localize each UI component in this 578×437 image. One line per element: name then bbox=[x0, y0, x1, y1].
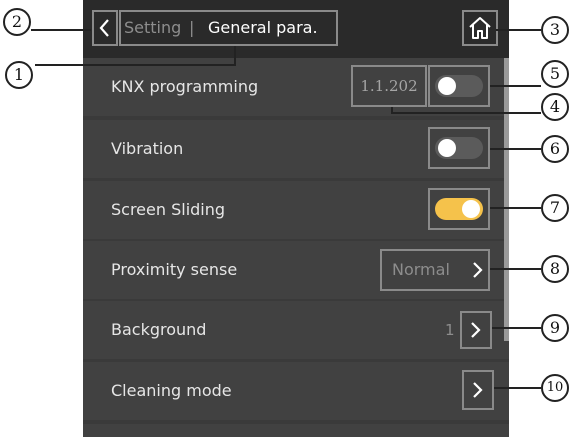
scrollbar[interactable] bbox=[504, 58, 509, 341]
toggle-knob bbox=[438, 139, 456, 157]
chevron-left-icon bbox=[99, 19, 109, 37]
proximity-sense-value: Normal bbox=[392, 260, 450, 279]
breadcrumb: Setting | General para. bbox=[119, 10, 338, 46]
proximity-sense-selector[interactable]: Normal bbox=[380, 249, 490, 291]
callout-leader bbox=[492, 327, 541, 329]
callout-leader bbox=[31, 29, 91, 31]
row-screen-sliding: Screen Sliding bbox=[83, 181, 509, 239]
row-label: Cleaning mode bbox=[111, 381, 232, 400]
toggle-knob bbox=[462, 200, 480, 218]
chevron-right-icon bbox=[473, 382, 483, 398]
row-label: Screen Sliding bbox=[111, 200, 226, 219]
vibration-toggle[interactable] bbox=[435, 137, 483, 159]
row-proximity-sense: Proximity sense Normal bbox=[83, 241, 509, 299]
callout-leader bbox=[391, 107, 393, 114]
chevron-right-icon bbox=[473, 262, 483, 278]
callout-leader bbox=[496, 29, 541, 31]
callout-10: 10 bbox=[541, 374, 569, 402]
callout-leader bbox=[490, 268, 541, 270]
cleaning-mode-button[interactable] bbox=[462, 370, 494, 410]
callout-leader bbox=[490, 148, 541, 150]
row-label: Proximity sense bbox=[111, 260, 238, 279]
vibration-toggle-frame bbox=[428, 127, 490, 169]
callout-5: 5 bbox=[541, 60, 569, 88]
callout-2: 2 bbox=[3, 8, 31, 36]
toggle-knob bbox=[438, 77, 456, 95]
breadcrumb-parent[interactable]: Setting bbox=[124, 12, 181, 44]
callout-leader bbox=[490, 207, 541, 209]
callout-3: 3 bbox=[541, 16, 569, 44]
page-title: General para. bbox=[208, 18, 318, 37]
knx-toggle-frame bbox=[428, 65, 490, 107]
row-label: KNX programming bbox=[111, 77, 259, 96]
screen-sliding-toggle[interactable] bbox=[435, 198, 483, 220]
callout-4: 4 bbox=[541, 93, 569, 121]
callout-8: 8 bbox=[541, 255, 569, 283]
chevron-right-icon bbox=[471, 322, 481, 338]
callout-leader bbox=[234, 46, 236, 64]
home-button[interactable] bbox=[462, 10, 498, 46]
callout-1: 1 bbox=[5, 61, 33, 89]
callout-6: 6 bbox=[541, 135, 569, 163]
knx-address: 1.1.202 bbox=[351, 65, 427, 107]
background-value: 1 bbox=[445, 321, 455, 339]
knx-address-value: 1.1.202 bbox=[360, 77, 418, 95]
header-bar: Setting | General para. bbox=[83, 0, 509, 58]
callout-leader bbox=[35, 64, 236, 66]
row-label: Background bbox=[111, 320, 207, 339]
callout-leader bbox=[490, 85, 541, 87]
row-knx-programming: KNX programming 1.1.202 bbox=[83, 58, 509, 116]
callout-9: 9 bbox=[541, 314, 569, 342]
back-button[interactable] bbox=[92, 10, 118, 46]
row-vibration: Vibration bbox=[83, 120, 509, 178]
callout-7: 7 bbox=[541, 194, 569, 222]
home-icon bbox=[469, 17, 491, 39]
callout-leader bbox=[392, 112, 541, 114]
knx-programming-toggle[interactable] bbox=[435, 75, 483, 97]
screen-sliding-toggle-frame bbox=[428, 188, 490, 230]
callout-leader bbox=[494, 387, 541, 389]
row-background: Background 1 bbox=[83, 301, 509, 359]
row-partial bbox=[83, 424, 509, 437]
row-label: Vibration bbox=[111, 139, 184, 158]
background-button[interactable] bbox=[460, 311, 492, 349]
row-cleaning-mode: Cleaning mode bbox=[83, 362, 509, 420]
breadcrumb-separator: | bbox=[189, 18, 195, 37]
